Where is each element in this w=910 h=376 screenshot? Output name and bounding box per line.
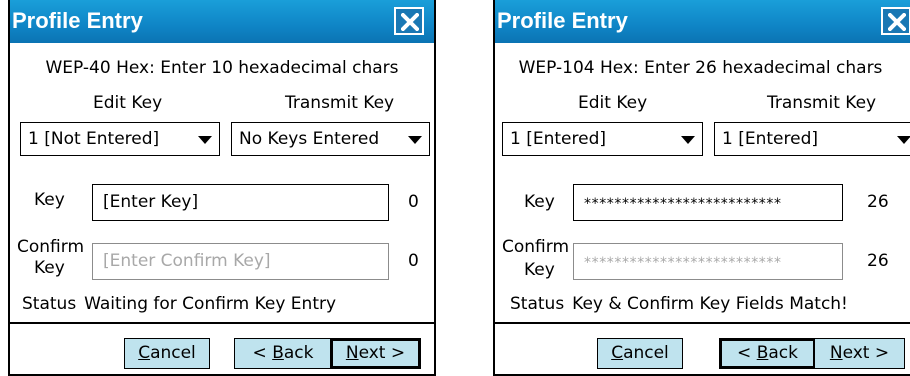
dialog-title: Profile Entry bbox=[12, 8, 143, 33]
next-button[interactable]: Next > bbox=[814, 338, 905, 369]
status-label: Status bbox=[22, 294, 77, 314]
transmit-key-dropdown[interactable]: 1 [Entered] bbox=[714, 122, 910, 156]
close-button[interactable] bbox=[394, 7, 424, 35]
edit-key-dropdown[interactable]: 1 [Entered] bbox=[502, 122, 703, 156]
edit-key-label: Edit Key bbox=[93, 93, 163, 113]
key-char-count: 0 bbox=[408, 192, 419, 212]
profile-entry-dialog-wep104: Profile Entry WEP-104 Hex: Enter 26 hexa… bbox=[493, 0, 910, 376]
encryption-instruction: WEP-104 Hex: Enter 26 hexadecimal chars bbox=[518, 58, 883, 78]
title-bar: Profile Entry bbox=[495, 0, 910, 43]
transmit-key-label: Transmit Key bbox=[767, 93, 877, 113]
edit-key-label: Edit Key bbox=[578, 93, 648, 113]
key-input[interactable]: [Enter Key] bbox=[92, 184, 389, 221]
confirm-key-label-line2: Key bbox=[34, 258, 65, 278]
key-char-count: 26 bbox=[867, 192, 889, 212]
status-value: Key & Confirm Key Fields Match! bbox=[572, 294, 848, 314]
title-bar: Profile Entry bbox=[10, 0, 434, 43]
transmit-key-label: Transmit Key bbox=[285, 93, 395, 113]
status-value: Waiting for Confirm Key Entry bbox=[84, 294, 337, 314]
confirm-key-char-count: 0 bbox=[408, 251, 419, 271]
status-row: Status Key & Confirm Key Fields Match! bbox=[510, 293, 848, 315]
key-input-value: [Enter Key] bbox=[103, 192, 199, 212]
transmit-key-dropdown[interactable]: No Keys Entered bbox=[231, 122, 430, 156]
close-button[interactable] bbox=[881, 7, 910, 35]
dialog-title: Profile Entry bbox=[497, 8, 628, 33]
confirm-key-input[interactable]: ************************** bbox=[573, 243, 843, 280]
cancel-button[interactable]: Cancel bbox=[124, 338, 210, 369]
confirm-key-placeholder: [Enter Confirm Key] bbox=[103, 251, 271, 271]
close-x-icon bbox=[888, 13, 906, 31]
back-button[interactable]: < Back bbox=[234, 338, 332, 369]
key-label: Key bbox=[34, 190, 65, 210]
back-button[interactable]: < Back bbox=[719, 338, 816, 369]
status-row: Status Waiting for Confirm Key Entry bbox=[22, 293, 336, 315]
edit-key-dropdown[interactable]: 1 [Not Entered] bbox=[20, 122, 220, 156]
key-input-masked: ************************** bbox=[584, 196, 782, 212]
status-label: Status bbox=[510, 294, 565, 314]
close-x-icon bbox=[401, 13, 419, 31]
confirm-key-char-count: 26 bbox=[867, 251, 889, 271]
key-input[interactable]: ************************** bbox=[573, 184, 843, 221]
chevron-down-icon bbox=[681, 136, 695, 144]
confirm-key-input[interactable]: [Enter Confirm Key] bbox=[92, 243, 389, 280]
edit-key-value: 1 [Entered] bbox=[510, 129, 606, 149]
confirm-key-label-line1: Confirm bbox=[17, 237, 85, 257]
edit-key-value: 1 [Not Entered] bbox=[28, 129, 160, 149]
profile-entry-dialog-wep40: Profile Entry WEP-40 Hex: Enter 10 hexad… bbox=[8, 0, 436, 376]
key-label: Key bbox=[524, 192, 555, 212]
next-button[interactable]: Next > bbox=[330, 338, 421, 369]
chevron-down-icon bbox=[897, 136, 910, 144]
cancel-button[interactable]: Cancel bbox=[597, 338, 683, 369]
confirm-key-label-line2: Key bbox=[524, 260, 555, 280]
chevron-down-icon bbox=[198, 136, 212, 144]
chevron-down-icon bbox=[408, 136, 422, 144]
confirm-key-masked: ************************** bbox=[584, 255, 782, 271]
confirm-key-label-line1: Confirm bbox=[502, 237, 570, 257]
transmit-key-value: No Keys Entered bbox=[239, 129, 380, 149]
encryption-instruction: WEP-40 Hex: Enter 10 hexadecimal chars bbox=[45, 58, 399, 78]
transmit-key-value: 1 [Entered] bbox=[722, 129, 818, 149]
